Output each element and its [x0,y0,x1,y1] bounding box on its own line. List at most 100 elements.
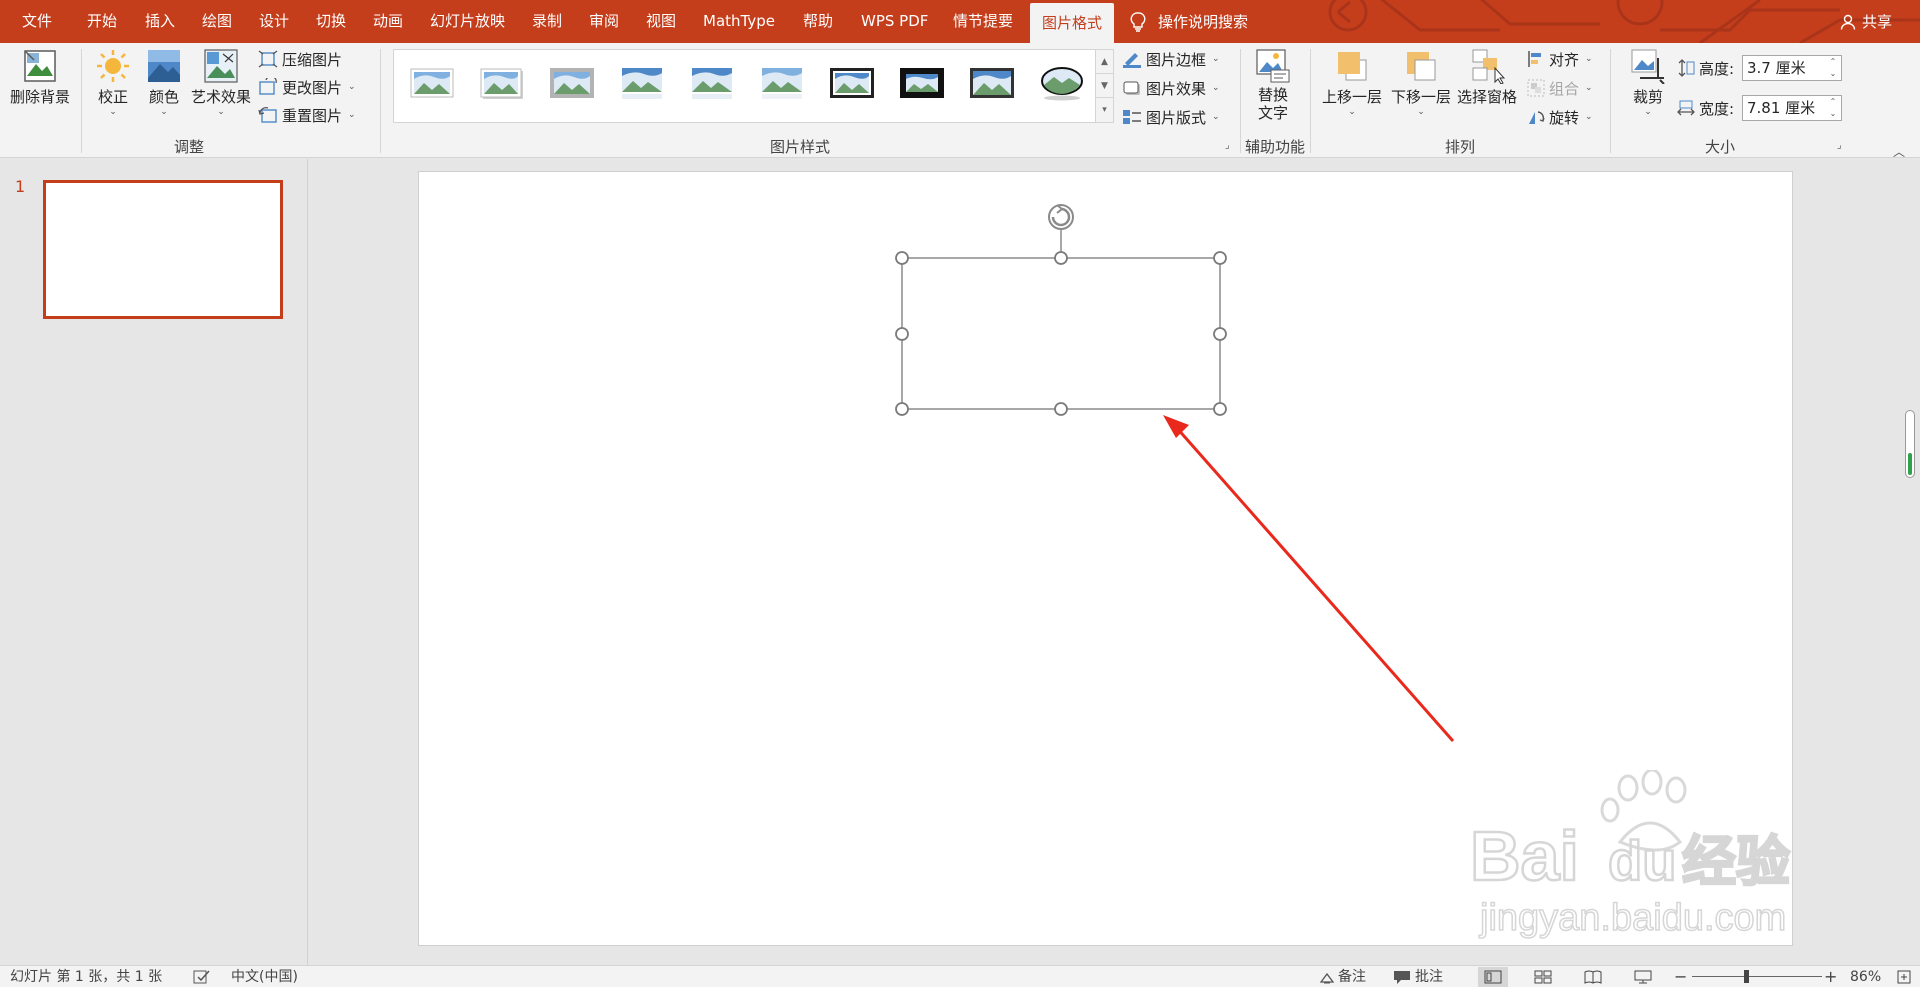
collapse-ribbon-icon[interactable]: ︿ [1893,143,1905,160]
crop-button[interactable]: 裁剪 ⌄ [1630,48,1666,117]
group-label: 组合 [1549,79,1580,98]
chevron-down-icon: ⌄ [160,107,168,117]
tab-6[interactable]: 动画 [373,0,403,43]
language-indicator[interactable]: 中文(中国) [231,966,298,987]
zoom-out-button[interactable]: − [1674,966,1687,987]
slideshow-view-button[interactable] [1628,967,1658,987]
separator [380,49,381,153]
gallery-up-arrow-icon[interactable]: ▲ [1096,50,1113,74]
dialog-launcher-icon[interactable]: ⌟ [1225,140,1230,151]
selection-pane-icon [1472,49,1505,84]
picture-layout-label: 图片版式 [1146,108,1207,127]
tab-12[interactable]: 帮助 [803,0,833,43]
picture-style-simple-frame[interactable] [409,65,455,101]
picture-style-reflected-rounded[interactable] [619,65,665,101]
width-input[interactable]: 7.81 厘米 ⌃ ⌄ [1742,95,1842,121]
remove-background-button[interactable]: 删除背景 [10,48,70,107]
picture-layout-button[interactable]: 图片版式 ⌄ [1122,105,1220,129]
selection-pane-button[interactable]: 选择窗格 [1457,48,1517,107]
corrections-button[interactable]: 校正 ⌄ [95,48,131,117]
gallery-more-icon[interactable]: ▾ [1096,98,1113,122]
gallery-down-arrow-icon[interactable]: ▼ [1096,74,1113,98]
baidu-jingyan-watermark: Bai du 经验 jingyan.baidu.com [1470,770,1791,940]
tab-4[interactable]: 设计 [259,0,289,43]
tab-2[interactable]: 插入 [145,0,175,43]
tab-13[interactable]: WPS PDF [861,0,928,43]
tab-0[interactable]: 文件 [22,0,52,43]
tab-5[interactable]: 切换 [316,0,346,43]
chevron-down-icon: ⌄ [1585,54,1593,64]
send-backward-label: 下移一层 [1391,88,1452,106]
tab-11[interactable]: MathType [703,0,775,43]
align-button[interactable]: 对齐 ⌄ [1527,47,1593,71]
share-button[interactable]: 共享 [1840,0,1892,43]
width-spinner[interactable]: ⌃ ⌄ [1827,96,1839,120]
normal-view-button[interactable] [1478,967,1508,987]
send-backward-button[interactable]: 下移一层 ⌄ [1391,48,1451,117]
change-picture-label: 更改图片 [282,78,343,97]
zoom-slider-thumb[interactable] [1744,970,1749,983]
tab-picture-format[interactable]: 图片格式 [1030,3,1115,43]
picture-style-reflected-bevel[interactable] [759,65,805,101]
artistic-effects-label: 艺术效果 [191,88,252,106]
rotate-button[interactable]: 旋转 ⌄ [1527,105,1593,129]
selection-pane-label: 选择窗格 [1457,88,1518,106]
picture-style-simple-black-frame[interactable] [969,65,1015,101]
zoom-in-button[interactable]: + [1824,966,1837,987]
tab-9[interactable]: 审阅 [589,0,619,43]
chevron-down-icon: ⌄ [109,107,117,117]
chevron-down-icon: ⌄ [1212,54,1220,64]
alt-text-button[interactable]: 替换 文字 [1255,48,1291,122]
height-spinner[interactable]: ⌃ ⌄ [1827,56,1839,80]
bring-forward-label: 上移一层 [1322,88,1383,106]
width-icon [1677,100,1695,116]
dialog-launcher-icon[interactable]: ⌟ [1837,140,1842,151]
watermark-cn: 经验 [1682,830,1790,893]
picture-style-gray-frame[interactable] [549,65,595,101]
picture-style-thick-black-frame[interactable] [899,65,945,101]
compress-pictures-button[interactable]: 压缩图片 [258,47,342,71]
crop-icon [1631,49,1665,84]
vertical-scrollbar[interactable] [1905,410,1915,478]
tab-10[interactable]: 视图 [646,0,676,43]
alt-text-icon [1256,49,1290,83]
picture-style-double-frame[interactable] [829,65,875,101]
notes-button[interactable]: 备注 [1320,966,1366,987]
picture-style-soft-shadow[interactable] [479,65,525,101]
artistic-effects-icon [204,49,238,83]
group-button[interactable]: 组合 ⌄ [1527,76,1593,100]
tab-1[interactable]: 开始 [87,0,117,43]
slide-sorter-view-button[interactable] [1528,967,1558,987]
height-input[interactable]: 3.7 厘米 ⌃ ⌄ [1742,55,1842,81]
picture-style-soft-edge[interactable] [689,65,735,101]
fit-to-window-button[interactable] [1896,966,1916,987]
watermark-brand2: du [1608,829,1676,892]
gallery-scroll[interactable]: ▲ ▼ ▾ [1096,49,1114,123]
color-button[interactable]: 颜色 ⌄ [146,48,182,117]
picture-styles-gallery[interactable] [393,49,1096,123]
tab-3[interactable]: 绘图 [202,0,232,43]
picture-effects-button[interactable]: 图片效果 ⌄ [1122,76,1220,100]
tell-me-search[interactable]: 操作说明搜索 [1130,0,1248,43]
change-picture-icon [259,78,277,95]
notes-icon [1320,972,1334,984]
artistic-effects-button[interactable]: 艺术效果 ⌄ [191,48,251,117]
alt-text-label-line1: 替换 [1257,86,1288,104]
comments-button[interactable]: 批注 [1393,966,1443,987]
bring-forward-button[interactable]: 上移一层 ⌄ [1322,48,1382,117]
change-picture-button[interactable]: 更改图片 ⌄ [258,75,356,99]
chevron-down-icon: ⌄ [348,110,356,120]
reset-picture-button[interactable]: 重置图片 ⌄ [258,103,356,127]
tab-7[interactable]: 幻灯片放映 [430,0,505,43]
tab-14[interactable]: 情节提要 [953,0,1013,43]
tab-8[interactable]: 录制 [532,0,562,43]
picture-style-oval[interactable] [1039,65,1085,101]
fit-window-icon [1897,970,1911,984]
accessibility-check-icon [193,970,210,984]
accessibility-check-button[interactable] [193,966,215,987]
reading-view-button[interactable] [1578,967,1608,987]
zoom-level[interactable]: 86% [1850,966,1881,987]
slide-thumbnail[interactable] [43,180,283,319]
picture-border-button[interactable]: 图片边框 ⌄ [1122,47,1220,71]
zoom-slider-track[interactable] [1692,976,1822,977]
